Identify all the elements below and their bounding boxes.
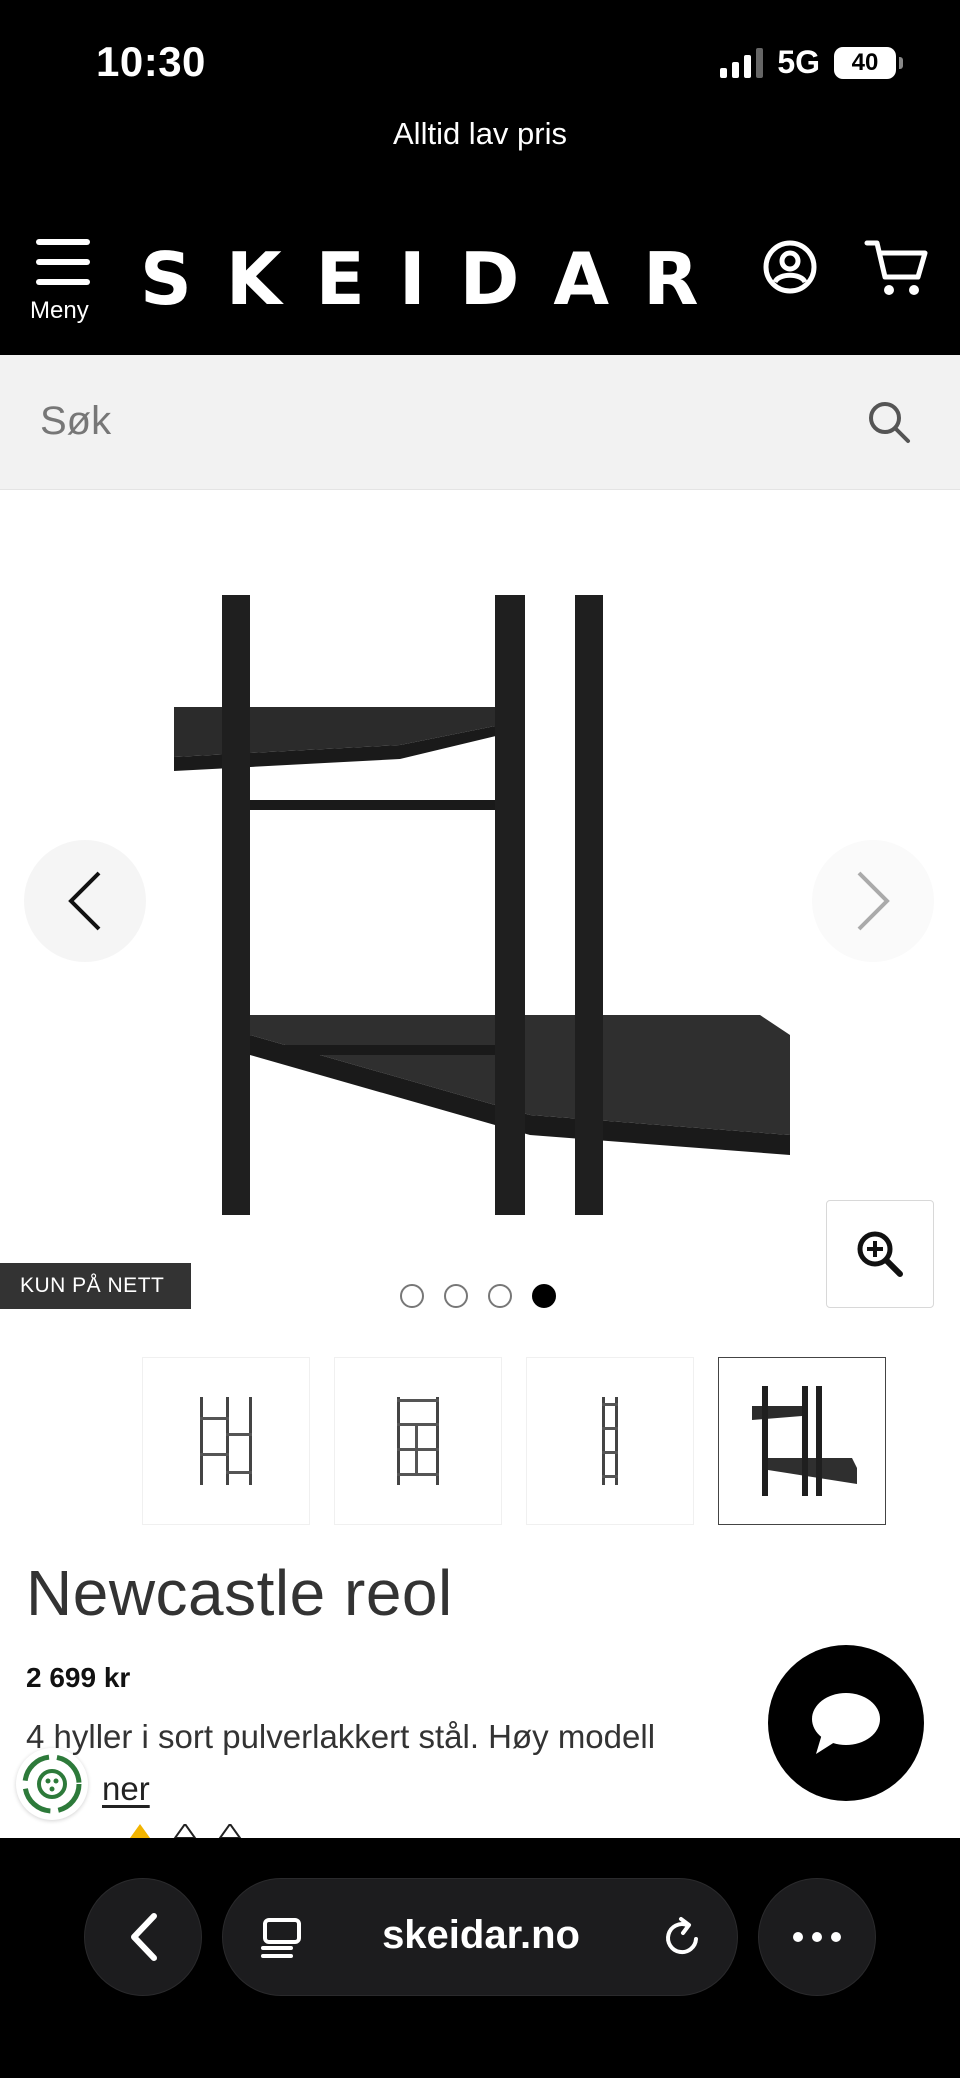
product-description: 4 hyller i sort pulverlakkert stål. Høy … bbox=[26, 1718, 656, 1755]
product-price: 2 699 kr bbox=[26, 1662, 131, 1693]
thumbnail[interactable] bbox=[526, 1357, 694, 1525]
search-input[interactable] bbox=[40, 391, 800, 451]
menu-button[interactable]: Meny bbox=[30, 239, 96, 339]
battery-icon: 40 bbox=[834, 46, 903, 79]
prev-image-button[interactable] bbox=[24, 840, 146, 962]
product-title: Newcastle reol bbox=[26, 1557, 453, 1629]
network-label: 5G bbox=[777, 44, 820, 80]
promo-text: Alltid lav pris bbox=[393, 116, 567, 151]
next-image-button[interactable] bbox=[812, 840, 934, 962]
user-circle-icon[interactable] bbox=[762, 239, 818, 295]
product-image[interactable] bbox=[150, 595, 810, 1215]
status-bar: 10:30 5G 40 bbox=[0, 0, 960, 110]
signal-icon bbox=[720, 47, 764, 78]
chat-button[interactable] bbox=[768, 1645, 924, 1801]
hamburger-icon bbox=[36, 239, 90, 285]
shopping-cart-icon[interactable] bbox=[864, 237, 930, 299]
thumbnail[interactable] bbox=[334, 1357, 502, 1525]
browser-back-button[interactable] bbox=[84, 1878, 202, 1996]
site-header: Meny SKEIDAR bbox=[0, 215, 960, 355]
read-more-link[interactable]: ner bbox=[102, 1770, 150, 1808]
status-time: 10:30 bbox=[96, 38, 206, 85]
chevron-left-icon bbox=[68, 871, 101, 931]
pagination-dot[interactable] bbox=[488, 1284, 512, 1308]
pagination-dot[interactable] bbox=[400, 1284, 424, 1308]
status-indicators: 5G 40 bbox=[720, 44, 903, 81]
search-icon[interactable] bbox=[866, 399, 912, 445]
pagination-dot-active[interactable] bbox=[532, 1284, 556, 1308]
chat-bubble-icon bbox=[812, 1693, 880, 1754]
online-only-badge: KUN PÅ NETT bbox=[0, 1263, 191, 1309]
product-gallery: KUN PÅ NETT bbox=[0, 490, 960, 1350]
thumbnail-strip bbox=[142, 1357, 886, 1527]
chevron-left-icon bbox=[131, 1913, 157, 1961]
chevron-right-icon bbox=[857, 871, 890, 931]
more-icon[interactable] bbox=[758, 1878, 876, 1996]
rating-stars bbox=[120, 1824, 320, 1838]
thumbnail[interactable] bbox=[142, 1357, 310, 1525]
recycle-icon[interactable] bbox=[16, 1748, 88, 1820]
promo-banner: Alltid lav pris bbox=[0, 110, 960, 215]
zoom-button[interactable] bbox=[826, 1200, 934, 1308]
thumbnail-active[interactable] bbox=[718, 1357, 886, 1525]
battery-level: 40 bbox=[851, 48, 879, 76]
pagination-dot[interactable] bbox=[444, 1284, 468, 1308]
menu-label: Meny bbox=[30, 297, 89, 324]
gallery-pagination bbox=[400, 1284, 556, 1308]
search-bar bbox=[0, 355, 960, 490]
zoom-in-icon bbox=[857, 1231, 903, 1277]
address-bar[interactable]: skeidar.no bbox=[222, 1878, 738, 1996]
site-logo[interactable]: SKEIDAR bbox=[140, 237, 733, 321]
browser-toolbar: skeidar.no bbox=[0, 1838, 960, 2078]
reload-icon[interactable] bbox=[659, 1915, 705, 1961]
